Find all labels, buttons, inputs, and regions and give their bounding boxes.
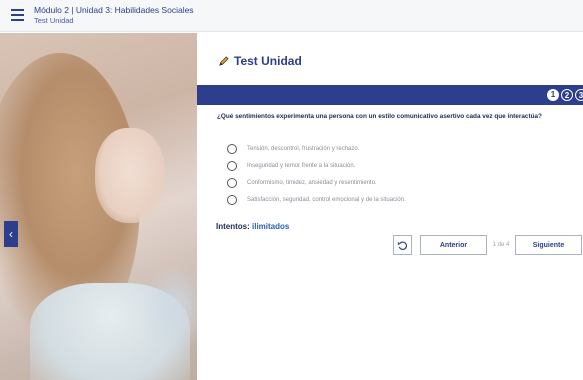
answer-label: Satisfacción, seguridad, control emocion… <box>247 196 406 203</box>
answer-option-2[interactable]: Inseguridad y temor frente a la situació… <box>227 157 406 174</box>
top-bar: Módulo 2 | Unidad 3: Habilidades Sociale… <box>0 0 583 32</box>
attempts-label: Intentos: <box>216 222 250 231</box>
collapse-panel-button[interactable]: ‹ <box>4 221 18 247</box>
module-title: Módulo 2 | Unidad 3: Habilidades Sociale… <box>34 5 194 15</box>
answer-option-3[interactable]: Conformismo, timidez, ansiedad y resenti… <box>227 174 406 191</box>
step-2[interactable]: 2 <box>561 89 573 101</box>
answer-options: Tensión, descontrol, frustración y recha… <box>227 140 406 208</box>
answer-option-1[interactable]: Tensión, descontrol, frustración y recha… <box>227 140 406 157</box>
answer-label: Conformismo, timidez, ansiedad y resenti… <box>247 179 377 186</box>
step-indicator: 1 2 3 <box>545 89 583 101</box>
reset-button[interactable] <box>393 235 412 255</box>
pencil-icon <box>219 55 229 66</box>
attempts-value: ilimitados <box>252 222 290 231</box>
answer-option-4[interactable]: Satisfacción, seguridad, control emocion… <box>227 191 406 208</box>
question-text: ¿Qué sentimientos experimenta una person… <box>217 113 542 120</box>
step-1[interactable]: 1 <box>547 89 559 101</box>
answer-label: Tensión, descontrol, frustración y recha… <box>247 145 360 152</box>
radio-button[interactable] <box>227 194 237 205</box>
step-3[interactable]: 3 <box>575 89 583 101</box>
module-subtitle: Test Unidad <box>34 16 74 25</box>
previous-button[interactable]: Anterior <box>420 235 487 255</box>
page-title-text: Test Unidad <box>234 54 302 68</box>
reset-icon <box>397 241 408 250</box>
hamburger-menu-icon[interactable] <box>11 9 24 21</box>
radio-button[interactable] <box>227 160 237 171</box>
radio-button[interactable] <box>227 143 237 154</box>
answer-label: Inseguridad y temor frente a la situació… <box>247 162 356 169</box>
page-title: Test Unidad <box>218 54 302 68</box>
progress-band: 1 2 3 <box>197 85 583 105</box>
question-navigation: Anterior 1 de 4 Siguiente <box>393 235 582 255</box>
hero-image: ‹ <box>0 33 197 380</box>
chevron-left-icon: ‹ <box>9 227 13 241</box>
page-indicator: 1 de 4 <box>492 242 510 248</box>
main-content: Test Unidad 1 2 3 ¿Qué sentimientos expe… <box>197 33 583 380</box>
next-button[interactable]: Siguiente <box>515 235 582 255</box>
radio-button[interactable] <box>227 177 237 188</box>
attempts-info: Intentos: ilimitados <box>216 222 289 231</box>
